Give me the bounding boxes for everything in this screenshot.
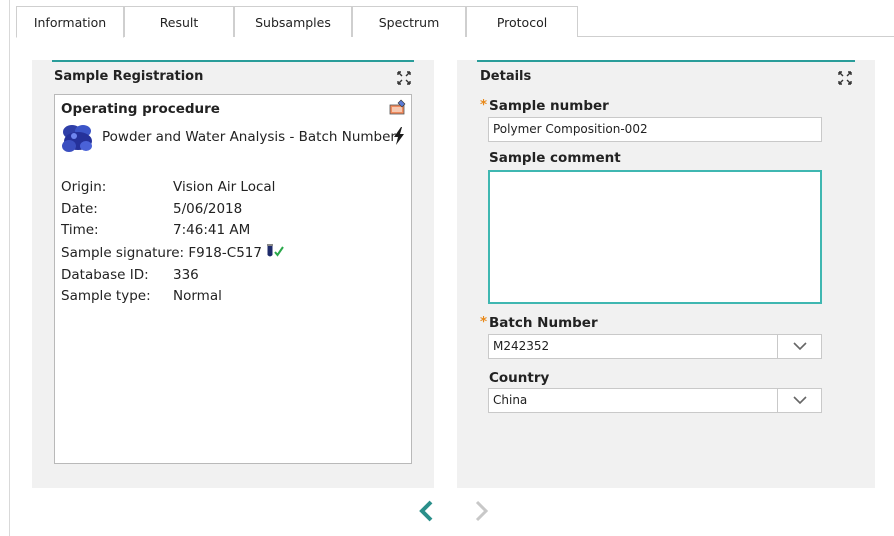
signature-value: F918-C517	[188, 245, 262, 261]
origin-label: Origin:	[61, 179, 107, 195]
sample-number-input[interactable]: Polymer Composition-002	[488, 117, 822, 142]
previous-button[interactable]	[414, 496, 438, 526]
sample-comment-label: Sample comment	[489, 150, 621, 166]
chevron-right-icon	[475, 500, 489, 522]
chevron-left-icon	[419, 500, 433, 522]
batch-number-dropdown-button[interactable]	[777, 335, 821, 358]
country-label: Country	[489, 370, 550, 386]
edit-document-icon[interactable]	[389, 99, 407, 115]
sample-registration-panel: Sample Registration Operating procedure …	[32, 60, 434, 488]
batch-number-value: M242352	[493, 339, 550, 353]
info-row-time: Time: 7:46:41 AM	[61, 222, 250, 238]
panel-title: Sample Registration	[54, 69, 204, 84]
date-value: 5/06/2018	[173, 201, 243, 217]
procedure-avatar-icon	[62, 125, 92, 152]
expand-icon[interactable]	[396, 70, 412, 86]
tab-information[interactable]: Information	[16, 6, 124, 38]
lightning-icon	[394, 127, 404, 145]
details-panel: Details * Sample number Polymer Composit…	[457, 60, 875, 488]
vial-check-icon	[267, 244, 285, 257]
batch-number-label-text: Batch Number	[489, 315, 598, 331]
signature-label: Sample signature:	[61, 245, 185, 261]
operating-procedure-box: Operating procedure Powder and Water Ana…	[54, 94, 412, 464]
info-row-sample-type: Sample type: Normal	[61, 288, 222, 304]
country-dropdown-button[interactable]	[777, 389, 821, 412]
country-value: China	[493, 393, 528, 407]
info-row-date: Date: 5/06/2018	[61, 201, 242, 217]
tab-protocol[interactable]: Protocol	[466, 6, 578, 37]
date-label: Date:	[61, 201, 98, 217]
expand-icon[interactable]	[837, 70, 853, 86]
batch-number-select[interactable]: M242352	[488, 334, 822, 359]
info-row-signature: Sample signature: F918-C517	[61, 244, 285, 261]
required-marker: *	[480, 97, 488, 113]
sample-type-value: Normal	[173, 288, 222, 304]
panel-accent-line	[477, 60, 855, 62]
required-marker: *	[480, 314, 488, 330]
batch-number-label: * Batch Number	[480, 314, 598, 331]
sample-number-label-text: Sample number	[489, 98, 609, 114]
next-button[interactable]	[470, 496, 494, 526]
tab-subsamples[interactable]: Subsamples	[234, 6, 352, 37]
sample-comment-textarea[interactable]	[488, 170, 822, 304]
sample-type-label: Sample type:	[61, 288, 151, 304]
database-id-label: Database ID:	[61, 267, 149, 283]
database-id-value: 336	[173, 267, 199, 283]
tab-bar: Information Result Subsamples Spectrum P…	[16, 6, 894, 38]
info-row-database-id: Database ID: 336	[61, 267, 199, 283]
procedure-title: Operating procedure	[61, 101, 220, 117]
origin-value: Vision Air Local	[173, 179, 276, 195]
tab-result[interactable]: Result	[124, 6, 234, 37]
country-select[interactable]: China	[488, 388, 822, 413]
time-label: Time:	[61, 222, 99, 238]
procedure-name: Powder and Water Analysis - Batch Number	[102, 129, 396, 145]
left-divider	[9, 0, 10, 536]
panel-title: Details	[480, 69, 532, 84]
time-value: 7:46:41 AM	[173, 222, 251, 238]
chevron-down-icon	[792, 342, 807, 351]
panel-accent-line	[52, 60, 414, 62]
chevron-down-icon	[792, 396, 807, 405]
info-row-origin: Origin: Vision Air Local	[61, 179, 275, 195]
sample-number-label: * Sample number	[480, 97, 609, 114]
tab-spectrum[interactable]: Spectrum	[352, 6, 466, 37]
